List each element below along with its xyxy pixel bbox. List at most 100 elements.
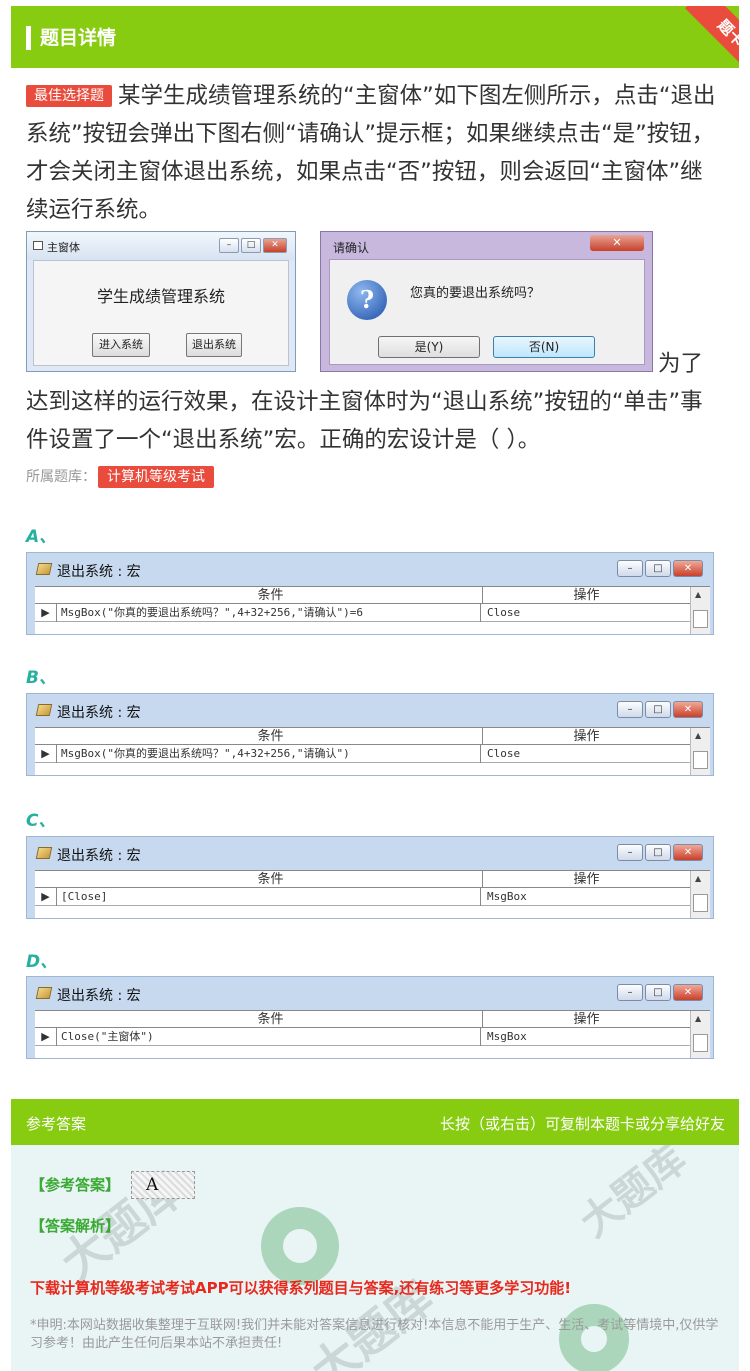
scroll-up-icon: ▲ bbox=[695, 731, 702, 740]
macro-action: MsgBox bbox=[487, 1030, 527, 1043]
header-accent-bar bbox=[26, 26, 31, 50]
condition-column-header: 条件 bbox=[59, 1011, 483, 1028]
macro-icon bbox=[35, 704, 53, 716]
macro-action: MsgBox bbox=[487, 890, 527, 903]
form-icon bbox=[33, 241, 43, 250]
answer-header: 参考答案 长按（或右击）可复制本题卡或分享给好友 bbox=[11, 1099, 739, 1145]
scroll-up-icon: ▲ bbox=[695, 590, 702, 599]
option-c-letter[interactable]: C、 bbox=[26, 806, 55, 831]
minimize-icon: – bbox=[219, 238, 239, 253]
scroll-thumb bbox=[693, 1034, 708, 1052]
scroll-up-icon: ▲ bbox=[695, 1014, 702, 1023]
macro-icon bbox=[35, 563, 53, 575]
macro-row: ▶ [Close] MsgBox bbox=[35, 888, 710, 906]
option-b-macro-window[interactable]: 退出系统 : 宏 – □ ✕ 条件 操作 ▶ MsgBox("你真的要退出系统吗？"… bbox=[26, 693, 714, 776]
option-d-macro-window[interactable]: 退出系统 : 宏 – □ ✕ 条件 操作 ▶ Close("主窗体") MsgBox… bbox=[26, 976, 714, 1059]
condition-column-header: 条件 bbox=[59, 587, 483, 604]
option-c-macro-window[interactable]: 退出系统 : 宏 – □ ✕ 条件 操作 ▶ [Close] MsgBox ▲ bbox=[26, 836, 714, 919]
macro-grid: 条件 操作 ▶ MsgBox("你真的要退出系统吗？",4+32+256,"请确… bbox=[35, 727, 710, 775]
question-body: 某学生成绩管理系统的“主窗体”如下图左侧所示，点击“退出系统”按钮会弹出下图右侧… bbox=[26, 83, 716, 223]
scroll-thumb bbox=[693, 894, 708, 912]
page-title: 题目详情 bbox=[40, 27, 117, 49]
option-a-macro-window[interactable]: 退出系统 : 宏 – □ ✕ 条件 操作 ▶ MsgBox("你真的要退出系统吗？"… bbox=[26, 552, 714, 635]
macro-icon bbox=[35, 987, 53, 999]
reference-answer-label: 【参考答案】 bbox=[30, 1176, 121, 1194]
question-type-tag: 最佳选择题 bbox=[26, 85, 112, 107]
row-selector-icon: ▶ bbox=[35, 604, 57, 622]
macro-condition: [Close] bbox=[61, 888, 481, 906]
watermark-logo bbox=[261, 1207, 339, 1285]
source-library-tag[interactable]: 计算机等级考试 bbox=[98, 466, 214, 488]
row-selector-icon: ▶ bbox=[35, 888, 57, 906]
close-icon: ✕ bbox=[590, 235, 644, 251]
macro-action: Close bbox=[487, 606, 521, 619]
macro-grid-header: 条件 操作 bbox=[35, 1011, 710, 1028]
maximize-icon: □ bbox=[241, 238, 261, 253]
confirm-dialog-title: 请确认 bbox=[333, 241, 370, 255]
maximize-icon: □ bbox=[645, 701, 671, 718]
action-column-header: 操作 bbox=[573, 729, 600, 744]
macro-row: ▶ MsgBox("你真的要退出系统吗？",4+32+256,"请确认")=6 … bbox=[35, 604, 710, 622]
question-text: 最佳选择题 某学生成绩管理系统的“主窗体”如下图左侧所示，点击“退出系统”按钮会弹… bbox=[26, 77, 716, 229]
macro-grid-header: 条件 操作 bbox=[35, 587, 710, 604]
macro-row: ▶ Close("主窗体") MsgBox bbox=[35, 1028, 710, 1046]
minimize-icon: – bbox=[617, 844, 643, 861]
macro-action: Close bbox=[487, 747, 521, 760]
window-controls: – □ ✕ bbox=[617, 984, 703, 1001]
macro-window-title: 退出系统 : 宏 bbox=[57, 848, 141, 864]
window-controls: – □ ✕ bbox=[617, 844, 703, 861]
watermark: 大题库 bbox=[572, 1136, 695, 1247]
page-header: 题目详情 题卡 bbox=[11, 6, 739, 68]
option-a-letter[interactable]: A、 bbox=[26, 522, 56, 547]
option-b-letter[interactable]: B、 bbox=[26, 663, 56, 688]
close-icon: ✕ bbox=[673, 560, 703, 577]
question-card-badge-label: 题卡 bbox=[685, 6, 739, 68]
macro-grid: 条件 操作 ▶ Close("主窗体") MsgBox ▲ bbox=[35, 1010, 710, 1058]
action-column-header: 操作 bbox=[573, 1012, 600, 1027]
maximize-icon: □ bbox=[645, 560, 671, 577]
condition-column-header: 条件 bbox=[59, 728, 483, 745]
close-icon: ✕ bbox=[673, 844, 703, 861]
disclaimer: *申明:本网站数据收集整理于互联网!我们并未能对答案信息进行核对!本信息不能用于… bbox=[30, 1318, 719, 1351]
maximize-icon: □ bbox=[645, 984, 671, 1001]
macro-condition: MsgBox("你真的要退出系统吗？",4+32+256,"请确认")=6 bbox=[61, 604, 481, 622]
source-label: 所属题库： bbox=[26, 469, 96, 485]
macro-row: ▶ MsgBox("你真的要退出系统吗？",4+32+256,"请确认") Cl… bbox=[35, 745, 710, 763]
macro-condition: Close("主窗体") bbox=[61, 1028, 481, 1046]
condition-column-header: 条件 bbox=[59, 871, 483, 888]
main-form-label: 学生成绩管理系统 bbox=[96, 287, 225, 306]
main-form-title: 主窗体 bbox=[47, 241, 80, 254]
question-tail-rest: 达到这样的运行效果，在设计主窗体时为“退山系统”按钮的“单击”事件设置了一个“退… bbox=[26, 389, 703, 453]
question-tail-first: 为了 bbox=[658, 351, 704, 377]
confirm-message: 您真的要退出系统吗？ bbox=[410, 286, 541, 301]
window-controls: – □ ✕ bbox=[617, 701, 703, 718]
scroll-thumb bbox=[693, 751, 708, 769]
minimize-icon: – bbox=[617, 984, 643, 1001]
question-source: 所属题库： 计算机等级考试 bbox=[26, 466, 214, 488]
scrollbar: ▲ bbox=[690, 728, 710, 775]
action-column-header: 操作 bbox=[573, 588, 600, 603]
minimize-icon: – bbox=[617, 701, 643, 718]
scroll-up-icon: ▲ bbox=[695, 874, 702, 883]
close-icon: ✕ bbox=[673, 701, 703, 718]
scrollbar: ▲ bbox=[690, 587, 710, 634]
maximize-icon: □ bbox=[645, 844, 671, 861]
macro-grid-header: 条件 操作 bbox=[35, 728, 710, 745]
macro-condition: MsgBox("你真的要退出系统吗？",4+32+256,"请确认") bbox=[61, 745, 481, 763]
question-icon: ? bbox=[347, 280, 387, 320]
macro-grid: 条件 操作 ▶ MsgBox("你真的要退出系统吗？",4+32+256,"请确… bbox=[35, 586, 710, 634]
option-d-letter[interactable]: D、 bbox=[26, 947, 57, 972]
row-selector-icon: ▶ bbox=[35, 745, 57, 763]
answer-analysis-label: 【答案解析】 bbox=[30, 1217, 121, 1235]
window-controls: – □ ✕ bbox=[219, 238, 287, 253]
macro-grid-header: 条件 操作 bbox=[35, 871, 710, 888]
answer-header-title: 参考答案 bbox=[26, 1115, 87, 1133]
question-card-badge[interactable]: 题卡 bbox=[673, 6, 739, 68]
question-tail: 为了 达到这样的运行效果，在设计主窗体时为“退山系统”按钮的“单击”事件设置了一… bbox=[26, 345, 716, 459]
reference-answer-value: A bbox=[131, 1171, 195, 1199]
scrollbar: ▲ bbox=[690, 1011, 710, 1058]
macro-grid: 条件 操作 ▶ [Close] MsgBox ▲ bbox=[35, 870, 710, 918]
share-hint: 长按（或右击）可复制本题卡或分享给好友 bbox=[439, 1115, 725, 1133]
app-download-promo[interactable]: 下载计算机等级考试考试APP可以获得系列题目与答案,还有练习等更多学习功能! bbox=[30, 1277, 571, 1298]
close-icon: ✕ bbox=[263, 238, 287, 253]
